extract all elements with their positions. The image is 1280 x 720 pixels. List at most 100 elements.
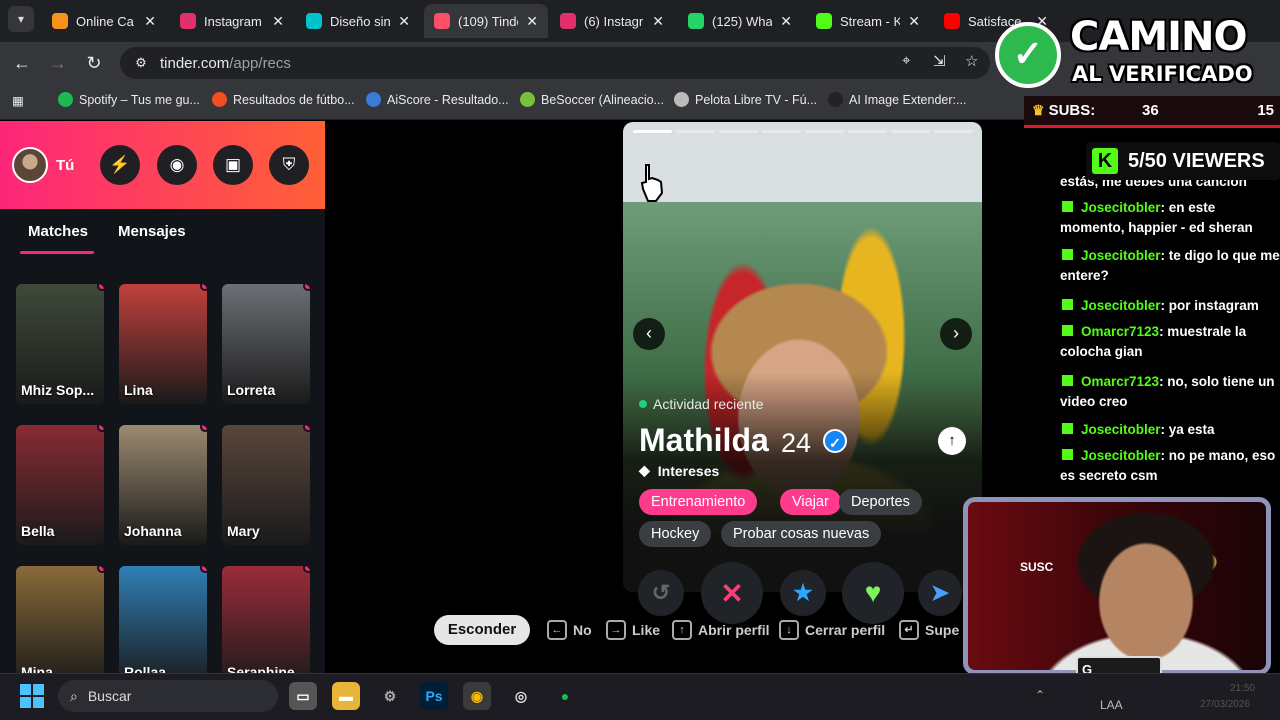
settings-gear-icon[interactable]: ⚙ — [376, 682, 404, 710]
boost-send-icon[interactable]: ➤ — [918, 570, 962, 616]
match-name: Mary — [227, 523, 260, 539]
chrome-icon[interactable]: ◉ — [463, 682, 491, 710]
chat-username[interactable]: Josecitobler — [1081, 448, 1161, 463]
address-bar[interactable]: ⚙ tinder.com/app/recs — [120, 47, 990, 79]
close-tab-icon[interactable]: ✕ — [526, 13, 538, 30]
close-tab-icon[interactable]: ✕ — [272, 13, 284, 30]
spotify-icon[interactable]: ● — [551, 682, 579, 710]
bookmark-item[interactable]: Resultados de fútbo... — [212, 92, 355, 107]
tab-messages[interactable]: Mensajes — [118, 223, 186, 240]
new-match-dot-icon — [97, 425, 104, 432]
taskbar-search[interactable]: ⌕ Buscar — [58, 680, 278, 712]
boost-icon[interactable]: ⚡ — [100, 145, 140, 185]
tray-date[interactable]: 27/03/2026 — [1200, 699, 1250, 710]
chat-username[interactable]: Josecitobler — [1081, 248, 1161, 263]
apps-grid-icon[interactable]: ▦ — [12, 93, 24, 108]
chat-message: Josecitobler: no pe mano, eso es secreto… — [1060, 446, 1280, 486]
crown-icon: ♛ — [1032, 102, 1045, 118]
close-tab-icon[interactable]: ✕ — [780, 13, 792, 30]
chat-username[interactable]: Josecitobler — [1081, 298, 1161, 313]
bookmark-item[interactable]: AI Image Extender:... — [828, 92, 966, 107]
chat-username[interactable]: Josecitobler — [1081, 422, 1161, 437]
bookmark-favicon-icon — [520, 92, 535, 107]
match-card[interactable]: Johanna — [119, 425, 207, 545]
instagram-icon — [560, 13, 576, 29]
tab-search-button[interactable]: ▾ — [8, 6, 34, 32]
bookmark-item[interactable]: AiScore - Resultado... — [366, 92, 509, 107]
chat-username[interactable]: Josecitobler — [1081, 200, 1161, 215]
bookmark-item[interactable]: Spotify – Tus me gu... — [58, 92, 200, 107]
interest-chip: Deportes — [839, 489, 922, 515]
subs-current: 36 — [1142, 102, 1159, 119]
tray-time[interactable]: 21:50 — [1230, 683, 1255, 694]
task-view-icon[interactable]: ▭ — [289, 682, 317, 710]
photoshop-icon[interactable]: Ps — [420, 682, 448, 710]
close-tab-icon[interactable]: ✕ — [398, 13, 410, 30]
like-heart-icon[interactable]: ♥ — [842, 562, 904, 624]
obs-icon[interactable]: ◎ — [507, 682, 535, 710]
browser-tab[interactable]: (125) Wha ✕ — [678, 4, 802, 38]
match-card[interactable]: Mary — [222, 425, 310, 545]
close-tab-icon[interactable]: ✕ — [144, 13, 156, 30]
profile-card[interactable]: ‹ › Actividad reciente Mathilda 24 ✓ ↑ ◆… — [623, 122, 982, 592]
browser-tab[interactable]: Instagram ✕ — [170, 4, 294, 38]
shortcut-like: → Like — [606, 620, 660, 640]
browser-tab[interactable]: (6) Instagr ✕ — [550, 4, 674, 38]
location-icon[interactable]: ⌖ — [902, 52, 910, 69]
file-explorer-icon[interactable]: ▬ — [332, 682, 360, 710]
bookmark-label: AiScore - Resultado... — [387, 92, 509, 107]
nope-icon[interactable]: ✕ — [701, 562, 763, 624]
shortcut-open-label: Abrir perfil — [698, 622, 770, 638]
match-card[interactable]: Mhiz Sop... — [16, 284, 104, 404]
bookmark-star-icon[interactable]: ☆ — [965, 52, 978, 70]
browser-tab[interactable]: (109) Tinde ✕ — [424, 4, 548, 38]
bookmark-item[interactable]: Pelota Libre TV - Fú... — [674, 92, 817, 107]
shortcut-close-label: Cerrar perfil — [805, 622, 886, 638]
avatar[interactable] — [12, 147, 48, 183]
profile-name[interactable]: Tú — [56, 157, 74, 174]
open-profile-icon[interactable]: ↑ — [938, 427, 966, 455]
match-card[interactable]: Bella — [16, 425, 104, 545]
previous-photo-icon[interactable]: ‹ — [633, 318, 665, 350]
kick-badge-icon — [1062, 201, 1073, 212]
shortcut-no: ← No — [547, 620, 592, 640]
reload-icon[interactable]: ↻ — [82, 51, 106, 75]
briefcase-icon[interactable]: ▣ — [213, 145, 253, 185]
viewers-count: 5/50 VIEWERS — [1128, 149, 1265, 172]
rewind-icon[interactable]: ↺ — [638, 570, 684, 616]
tab-matches[interactable]: Matches — [28, 223, 88, 240]
tray-language[interactable]: LAA — [1100, 698, 1123, 712]
bookmark-favicon-icon — [828, 92, 843, 107]
forward-icon[interactable]: → — [46, 51, 70, 75]
tray-chevron-icon[interactable]: ⌃ — [1035, 688, 1045, 702]
chat-message: Josecitobler: por instagram — [1060, 296, 1280, 316]
bookmark-item[interactable]: BeSoccer (Alineacio... — [520, 92, 664, 107]
match-card[interactable]: Lina — [119, 284, 207, 404]
hide-shortcuts-button[interactable]: Esconder — [434, 615, 530, 645]
match-card[interactable]: Rollaa — [119, 566, 207, 686]
windows-start-icon[interactable] — [20, 684, 44, 708]
site-info-icon[interactable]: ⚙ — [128, 55, 154, 71]
search-icon: ⌕ — [70, 687, 78, 704]
chat-username[interactable]: Omarcr7123 — [1081, 324, 1159, 339]
match-card[interactable]: Mina — [16, 566, 104, 686]
browser-tab[interactable]: Diseño sin ✕ — [296, 4, 420, 38]
verified-badge-icon: ✓ — [823, 429, 847, 453]
close-tab-icon[interactable]: ✕ — [652, 13, 664, 30]
bookmark-favicon-icon — [212, 92, 227, 107]
match-card[interactable]: Seraphine — [222, 566, 310, 686]
browser-tab[interactable]: Stream - K ✕ — [806, 4, 930, 38]
next-photo-icon[interactable]: › — [940, 318, 972, 350]
install-app-icon[interactable]: ⇲ — [933, 52, 946, 70]
chat-username[interactable]: Omarcr7123 — [1081, 374, 1159, 389]
super-like-icon[interactable]: ★ — [780, 570, 826, 616]
close-tab-icon[interactable]: ✕ — [908, 13, 920, 30]
match-card[interactable]: Lorreta — [222, 284, 310, 404]
explore-icon[interactable]: ◉ — [157, 145, 197, 185]
shield-icon[interactable]: ⛨ — [269, 145, 309, 185]
back-icon[interactable]: ← — [10, 51, 34, 75]
browser-tab[interactable]: Online Ca ✕ — [42, 4, 166, 38]
up-key-icon: ↑ — [672, 620, 692, 640]
kick-badge-icon — [1062, 249, 1073, 260]
interests-label: Intereses — [657, 462, 720, 479]
